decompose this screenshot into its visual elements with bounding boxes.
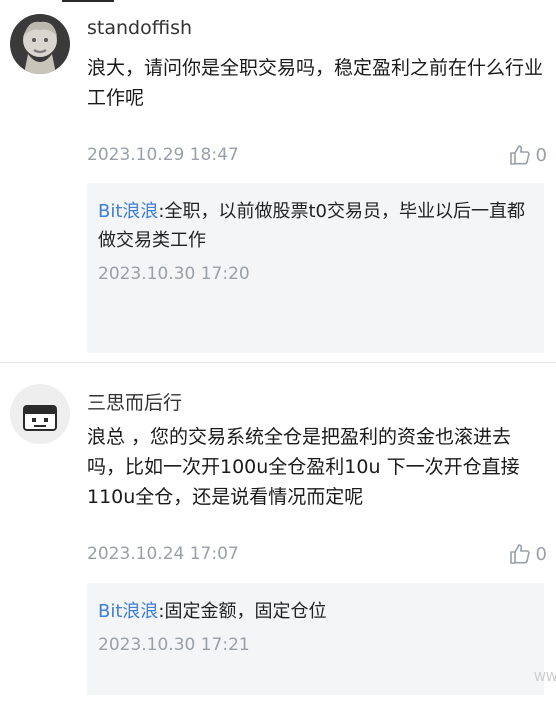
reply-content: :固定金额，固定仓位 [158,601,327,622]
avatar[interactable] [10,14,70,74]
robot-avatar-icon [10,384,70,444]
like-count: 0 [535,543,547,565]
comment-time: 2023.10.24 17:07 [87,544,239,564]
comment-item: 三思而后行 浪总 ，您的交易系统全仓是把盈利的资金也滚进去吗，比如一次开100u… [0,363,556,710]
reply-author[interactable]: Bit浪浪 [98,601,158,622]
like-count: 0 [535,144,547,166]
like-button[interactable]: 0 [508,143,547,167]
reply-content: :全职，以前做股票t0交易员，毕业以后一直都做交易类工作 [98,201,525,251]
reply-text: Bit浪浪:全职，以前做股票t0交易员，毕业以后一直都做交易类工作 [98,197,538,255]
username[interactable]: 三思而后行 [87,388,182,415]
reply-box: Bit浪浪:固定金额，固定仓位 2023.10.30 17:21 [87,583,544,695]
statue-avatar-icon [10,14,70,74]
thumbs-up-icon [509,145,530,165]
username[interactable]: standoffish [87,17,192,39]
reply-text: Bit浪浪:固定金额，固定仓位 [98,597,538,626]
comment-item: standoffish 浪大，请问你是全职交易吗，稳定盈利之前在什么行业工作呢 … [0,0,556,360]
comment-text: 浪总 ，您的交易系统全仓是把盈利的资金也滚进去吗，比如一次开100u全仓盈利10… [87,426,520,508]
reply-author[interactable]: Bit浪浪 [98,201,158,222]
like-button[interactable]: 0 [508,542,547,566]
thumbs-up-icon [509,544,530,564]
comment-text: 浪大，请问你是全职交易吗，稳定盈利之前在什么行业工作呢 [87,57,544,109]
avatar[interactable] [10,384,70,444]
comment-time: 2023.10.29 18:47 [87,145,239,165]
reply-time: 2023.10.30 17:21 [98,635,250,655]
reply-box: Bit浪浪:全职，以前做股票t0交易员，毕业以后一直都做交易类工作 2023.1… [87,183,544,353]
watermark: WW [534,670,556,684]
reply-time: 2023.10.30 17:20 [98,264,250,284]
